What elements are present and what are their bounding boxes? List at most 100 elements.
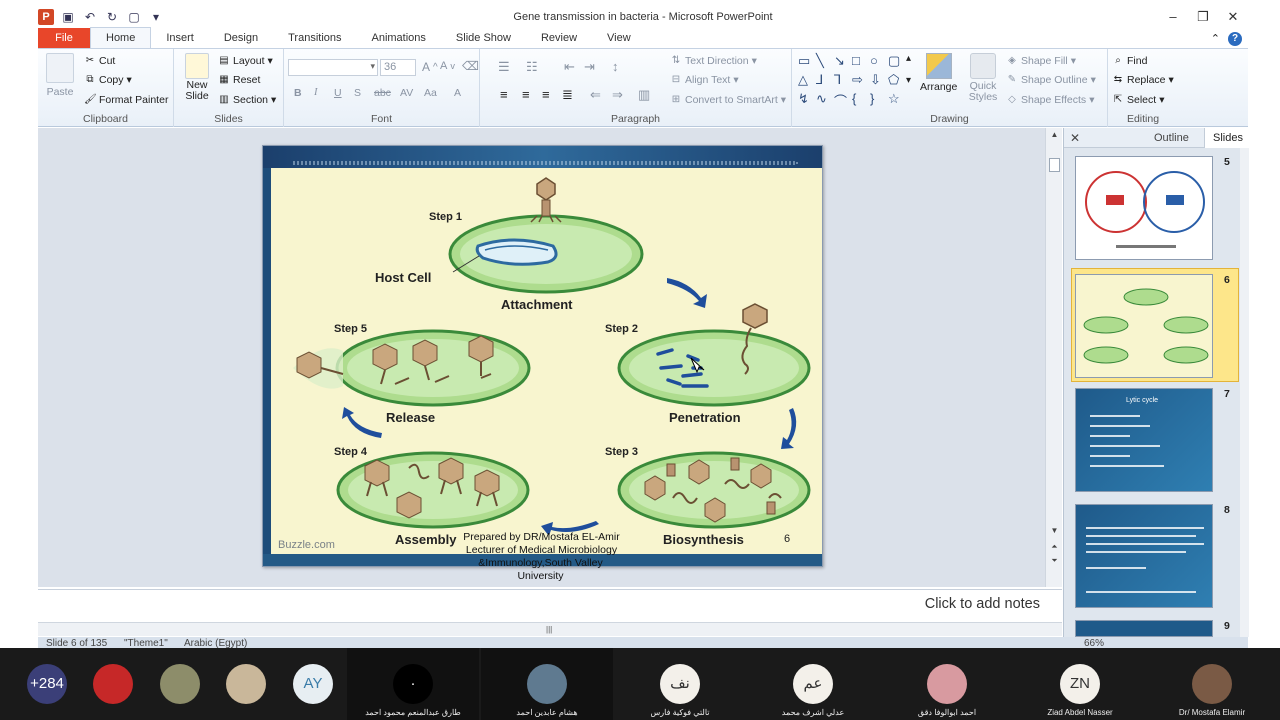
- down-arrow-shape-icon[interactable]: ⇩: [870, 72, 888, 91]
- textbox-shape-icon[interactable]: ▭: [798, 53, 816, 72]
- clear-format-icon[interactable]: ⌫: [462, 59, 479, 73]
- tab-design[interactable]: Design: [209, 28, 273, 48]
- char-spacing-button[interactable]: AV: [400, 87, 413, 99]
- tab-view[interactable]: View: [592, 28, 646, 48]
- minimize-ribbon-icon[interactable]: ⌃: [1211, 32, 1220, 46]
- convert-smartart-button[interactable]: ⊞ Convert to SmartArt ▾: [670, 94, 786, 106]
- underline-button[interactable]: U: [334, 87, 342, 99]
- font-color-button[interactable]: A: [454, 87, 461, 99]
- line-spacing-icon[interactable]: ↕: [612, 59, 619, 74]
- layout-button[interactable]: ▤ Layout ▾: [218, 55, 273, 67]
- format-painter-button[interactable]: 🖌 Format Painter: [84, 94, 168, 106]
- font-size-box[interactable]: 36: [380, 59, 416, 76]
- decrease-indent-icon[interactable]: ⇤: [564, 59, 575, 75]
- find-button[interactable]: ⌕ Find: [1112, 55, 1147, 67]
- bullets-icon[interactable]: ☰: [498, 59, 510, 75]
- scroll-thumb[interactable]: [1049, 158, 1060, 172]
- freeform-shape-icon[interactable]: ∿: [816, 91, 834, 110]
- participant-tile[interactable]: نف تالتي فوكية فارس: [614, 648, 746, 720]
- next-slide-icon[interactable]: ⏷: [1046, 556, 1063, 566]
- shapes-gallery[interactable]: ▭ ╲ ↘ □ ○ ▢ △ ⅃ ⅂ ⇨ ⇩ ⬠ ↯ ∿ ⌒{} ☆: [798, 53, 906, 110]
- new-slide-button[interactable]: New Slide: [180, 53, 214, 102]
- participant-tile[interactable]: [147, 648, 213, 720]
- numbering-icon[interactable]: ☷: [526, 59, 538, 75]
- pane-scrollbar[interactable]: [1240, 148, 1249, 637]
- paste-button[interactable]: Paste: [46, 53, 74, 98]
- participant-tile[interactable]: AY: [280, 648, 346, 720]
- help-icon[interactable]: ?: [1228, 32, 1242, 46]
- change-case-button[interactable]: Aa: [424, 87, 437, 99]
- participant-tile[interactable]: Dr/ Mostafa Elamir: [1146, 648, 1278, 720]
- bold-button[interactable]: B: [294, 87, 302, 99]
- scroll-down-icon[interactable]: ▼: [1046, 526, 1063, 535]
- triangle-shape-icon[interactable]: △: [798, 72, 816, 91]
- shape-outline-button[interactable]: ✎ Shape Outline ▾: [1006, 74, 1096, 86]
- align-left-icon[interactable]: ≡: [500, 87, 508, 102]
- tab-slide-show[interactable]: Slide Show: [441, 28, 526, 48]
- tab-outline[interactable]: Outline: [1146, 128, 1197, 148]
- copy-button[interactable]: ⧉ Copy ▾: [84, 74, 131, 86]
- line-shape-icon[interactable]: ╲: [816, 53, 834, 72]
- tab-review[interactable]: Review: [526, 28, 592, 48]
- close-button[interactable]: ✕: [1218, 7, 1248, 27]
- increase-indent-icon[interactable]: ⇥: [584, 59, 595, 75]
- shape-effects-button[interactable]: ◇ Shape Effects ▾: [1006, 94, 1094, 106]
- cut-button[interactable]: ✂ Cut: [84, 55, 116, 67]
- pentagon-shape-icon[interactable]: ⬠: [888, 72, 906, 91]
- columns-icon[interactable]: ▥: [638, 87, 650, 103]
- elbow-shape-icon[interactable]: ⅃: [816, 72, 834, 91]
- select-button[interactable]: ⇱ Select ▾: [1112, 94, 1165, 106]
- brace-right-shape-icon[interactable]: }: [870, 91, 888, 110]
- text-direction-button[interactable]: ⇅ Text Direction ▾: [670, 55, 757, 67]
- reset-button[interactable]: ▦ Reset: [218, 74, 260, 86]
- participant-tile[interactable]: [213, 648, 279, 720]
- rtl-icon[interactable]: ⇐: [590, 87, 601, 103]
- right-arrow-shape-icon[interactable]: ⇨: [852, 72, 870, 91]
- participant-tile[interactable]: احمد ابوالوفا دقق: [881, 648, 1013, 720]
- replace-button[interactable]: ⇆ Replace ▾: [1112, 74, 1174, 86]
- align-right-icon[interactable]: ≡: [542, 87, 550, 102]
- slide-canvas[interactable]: Step 1 Step 2 Step 3 Step 4 Step 5 Host …: [262, 145, 823, 567]
- scroll-grip-icon[interactable]: |||: [546, 625, 552, 634]
- italic-button[interactable]: I: [314, 87, 318, 98]
- curve-arrow-shape-icon[interactable]: ↯: [798, 91, 816, 110]
- shapes-scroll-down-icon[interactable]: ▾: [906, 75, 911, 86]
- grow-font-icon[interactable]: A ^: [422, 60, 438, 74]
- shrink-font-icon[interactable]: Av: [440, 60, 455, 72]
- strikethrough-button[interactable]: abc: [374, 87, 391, 99]
- tab-insert[interactable]: Insert: [151, 28, 209, 48]
- shape-fill-button[interactable]: ◈ Shape Fill ▾: [1006, 55, 1076, 67]
- arrow-line-shape-icon[interactable]: ↘: [834, 53, 852, 72]
- tab-file[interactable]: File: [38, 28, 90, 48]
- ltr-icon[interactable]: ⇒: [612, 87, 623, 103]
- tab-transitions[interactable]: Transitions: [273, 28, 356, 48]
- brace-left-shape-icon[interactable]: {: [852, 91, 870, 110]
- participant-tile[interactable]: ZN Ziad Abdel Nasser: [1014, 648, 1146, 720]
- section-button[interactable]: ▥ Section ▾: [218, 94, 276, 106]
- notes-pane[interactable]: Click to add notes: [38, 589, 1062, 622]
- font-name-box[interactable]: ▾: [288, 59, 378, 76]
- align-text-button[interactable]: ⊟ Align Text ▾: [670, 74, 739, 86]
- quick-styles-button[interactable]: Quick Styles: [966, 53, 1000, 103]
- close-pane-button[interactable]: ✕: [1070, 131, 1080, 145]
- participant-tile[interactable]: +284: [14, 648, 80, 720]
- shapes-scroll-up-icon[interactable]: ▴: [906, 53, 911, 64]
- notes-placeholder[interactable]: Click to add notes: [925, 596, 1040, 612]
- star-shape-icon[interactable]: ☆: [888, 91, 906, 110]
- rounded-rect-shape-icon[interactable]: ▢: [888, 53, 906, 72]
- scroll-up-icon[interactable]: ▲: [1046, 130, 1063, 139]
- vertical-scrollbar[interactable]: ▲ ▼ ⏶ ⏷: [1045, 128, 1062, 587]
- rectangle-shape-icon[interactable]: □: [852, 53, 870, 72]
- previous-slide-icon[interactable]: ⏶: [1046, 542, 1063, 552]
- shadow-button[interactable]: S: [354, 87, 361, 99]
- tab-slides[interactable]: Slides: [1204, 128, 1251, 148]
- restore-button[interactable]: ❐: [1188, 7, 1218, 27]
- oval-shape-icon[interactable]: ○: [870, 53, 888, 72]
- arrange-button[interactable]: Arrange: [920, 53, 957, 93]
- participant-tile[interactable]: هشام عابدين احمد: [481, 648, 613, 720]
- horizontal-scrollbar[interactable]: |||: [38, 622, 1062, 636]
- participant-tile[interactable]: · طارق عبدالمنعم محمود احمد: [347, 648, 479, 720]
- participant-tile[interactable]: عم عدلي اشرف محمد: [747, 648, 879, 720]
- arc-shape-icon[interactable]: ⌒: [834, 91, 852, 110]
- minimize-button[interactable]: –: [1158, 7, 1188, 27]
